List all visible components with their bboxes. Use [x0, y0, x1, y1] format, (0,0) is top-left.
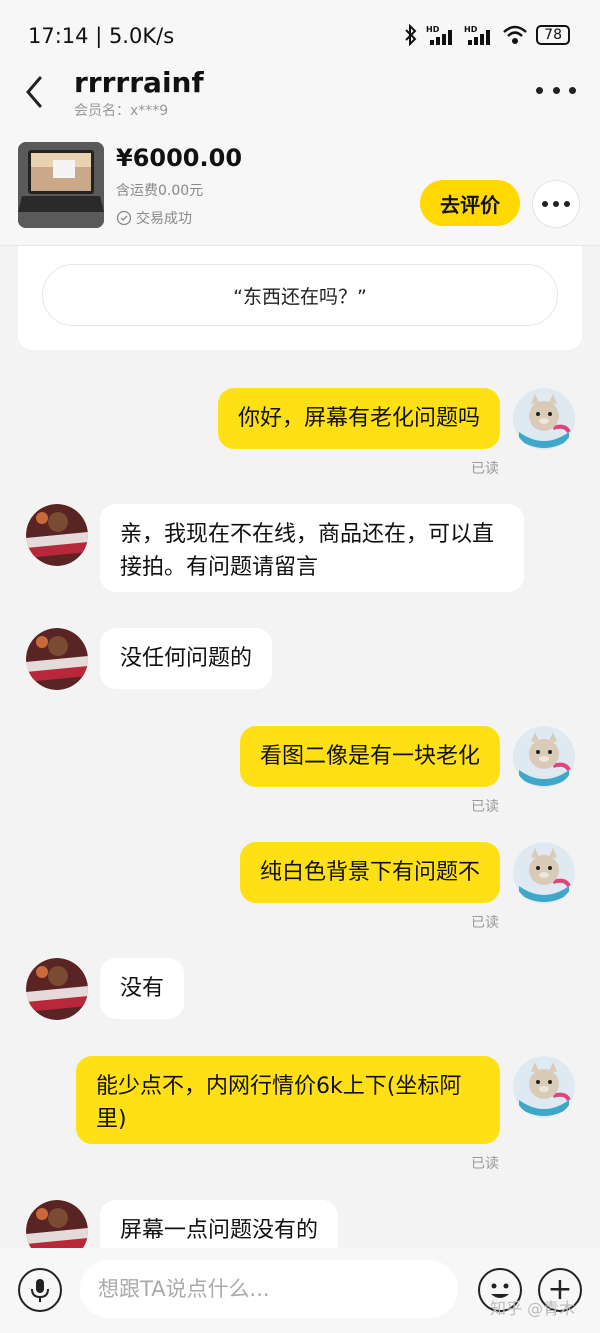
more-options-icon[interactable]	[536, 80, 576, 100]
svg-text:HD: HD	[426, 25, 440, 34]
deal-status-text: 交易成功	[136, 211, 192, 227]
chat-header: rrrrrainf 会员名：x***9	[0, 60, 600, 130]
product-thumbnail[interactable]	[18, 142, 104, 228]
signal-icon-2: HD	[464, 25, 491, 45]
message-bubble-received[interactable]: 没任何问题的	[100, 628, 273, 689]
read-receipt: 已读	[471, 461, 499, 477]
check-circle-icon	[116, 210, 132, 226]
back-arrow-icon[interactable]	[18, 72, 52, 112]
seller-avatar[interactable]	[26, 958, 88, 1020]
seller-avatar[interactable]	[26, 504, 88, 566]
deal-status: 交易成功	[116, 208, 192, 228]
status-time: 17:14 | 5.0K/s	[28, 24, 175, 48]
quote-card: “东西还在吗？”	[18, 246, 582, 350]
message-bubble-received[interactable]: 没有	[100, 958, 185, 1019]
status-icons: HD HD 78	[404, 24, 570, 46]
shipping-info: 含运费0.00元	[116, 183, 204, 199]
my-avatar[interactable]	[513, 726, 575, 788]
microphone-icon[interactable]	[18, 1268, 62, 1312]
my-avatar[interactable]	[513, 842, 575, 904]
chat-list[interactable]: “东西还在吗？” 你好，屏幕有老化问题吗 已读 亲，我现在不在线，商品还在，可以…	[0, 246, 600, 1248]
read-receipt: 已读	[471, 1156, 499, 1172]
quoted-question[interactable]: “东西还在吗？”	[42, 264, 558, 326]
seller-avatar[interactable]	[26, 628, 88, 690]
message-bubble-sent[interactable]: 能少点不，内网行情价6k上下(坐标阿里)	[76, 1056, 500, 1144]
message-bubble-sent[interactable]: 你好，屏幕有老化问题吗	[217, 388, 500, 449]
svg-text:HD: HD	[464, 25, 478, 34]
message-bubble-received[interactable]: 屏幕一点问题没有的	[100, 1200, 339, 1248]
read-receipt: 已读	[471, 799, 499, 815]
input-bar: + 知乎 @青木	[0, 1248, 600, 1333]
signal-icon: HD	[426, 25, 453, 45]
product-price: ¥6000.00	[116, 144, 243, 172]
message-bubble-sent[interactable]: 纯白色背景下有问题不	[239, 842, 500, 903]
watermark: 知乎 @青木	[490, 1299, 576, 1318]
product-more-icon[interactable]	[532, 180, 580, 228]
my-avatar[interactable]	[513, 1056, 575, 1118]
wifi-icon	[503, 25, 528, 44]
message-input[interactable]	[80, 1260, 458, 1318]
contact-name: rrrrrainf	[74, 66, 204, 99]
member-id: 会员名：x***9	[74, 103, 169, 119]
my-avatar[interactable]	[513, 388, 575, 450]
battery-icon: 78	[536, 25, 570, 45]
product-card[interactable]: ¥6000.00 含运费0.00元 交易成功 去评价	[0, 130, 600, 246]
bluetooth-icon	[405, 24, 417, 46]
review-button[interactable]: 去评价	[420, 180, 520, 226]
read-receipt: 已读	[471, 915, 499, 931]
message-bubble-sent[interactable]: 看图二像是有一块老化	[239, 726, 500, 787]
message-bubble-received[interactable]: 亲，我现在不在线，商品还在，可以直接拍。有问题请留言	[100, 504, 524, 592]
seller-avatar[interactable]	[26, 1200, 88, 1248]
